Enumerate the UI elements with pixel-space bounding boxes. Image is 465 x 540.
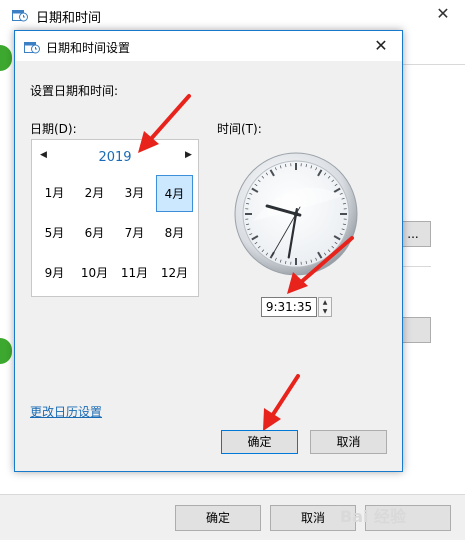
arrow-to-time [298,236,354,285]
arrow-to-year [148,94,191,142]
annotation-arrows [138,94,354,431]
arrow-head [263,408,281,431]
arrow-head [287,272,308,294]
arrow-to-ok [270,374,300,418]
